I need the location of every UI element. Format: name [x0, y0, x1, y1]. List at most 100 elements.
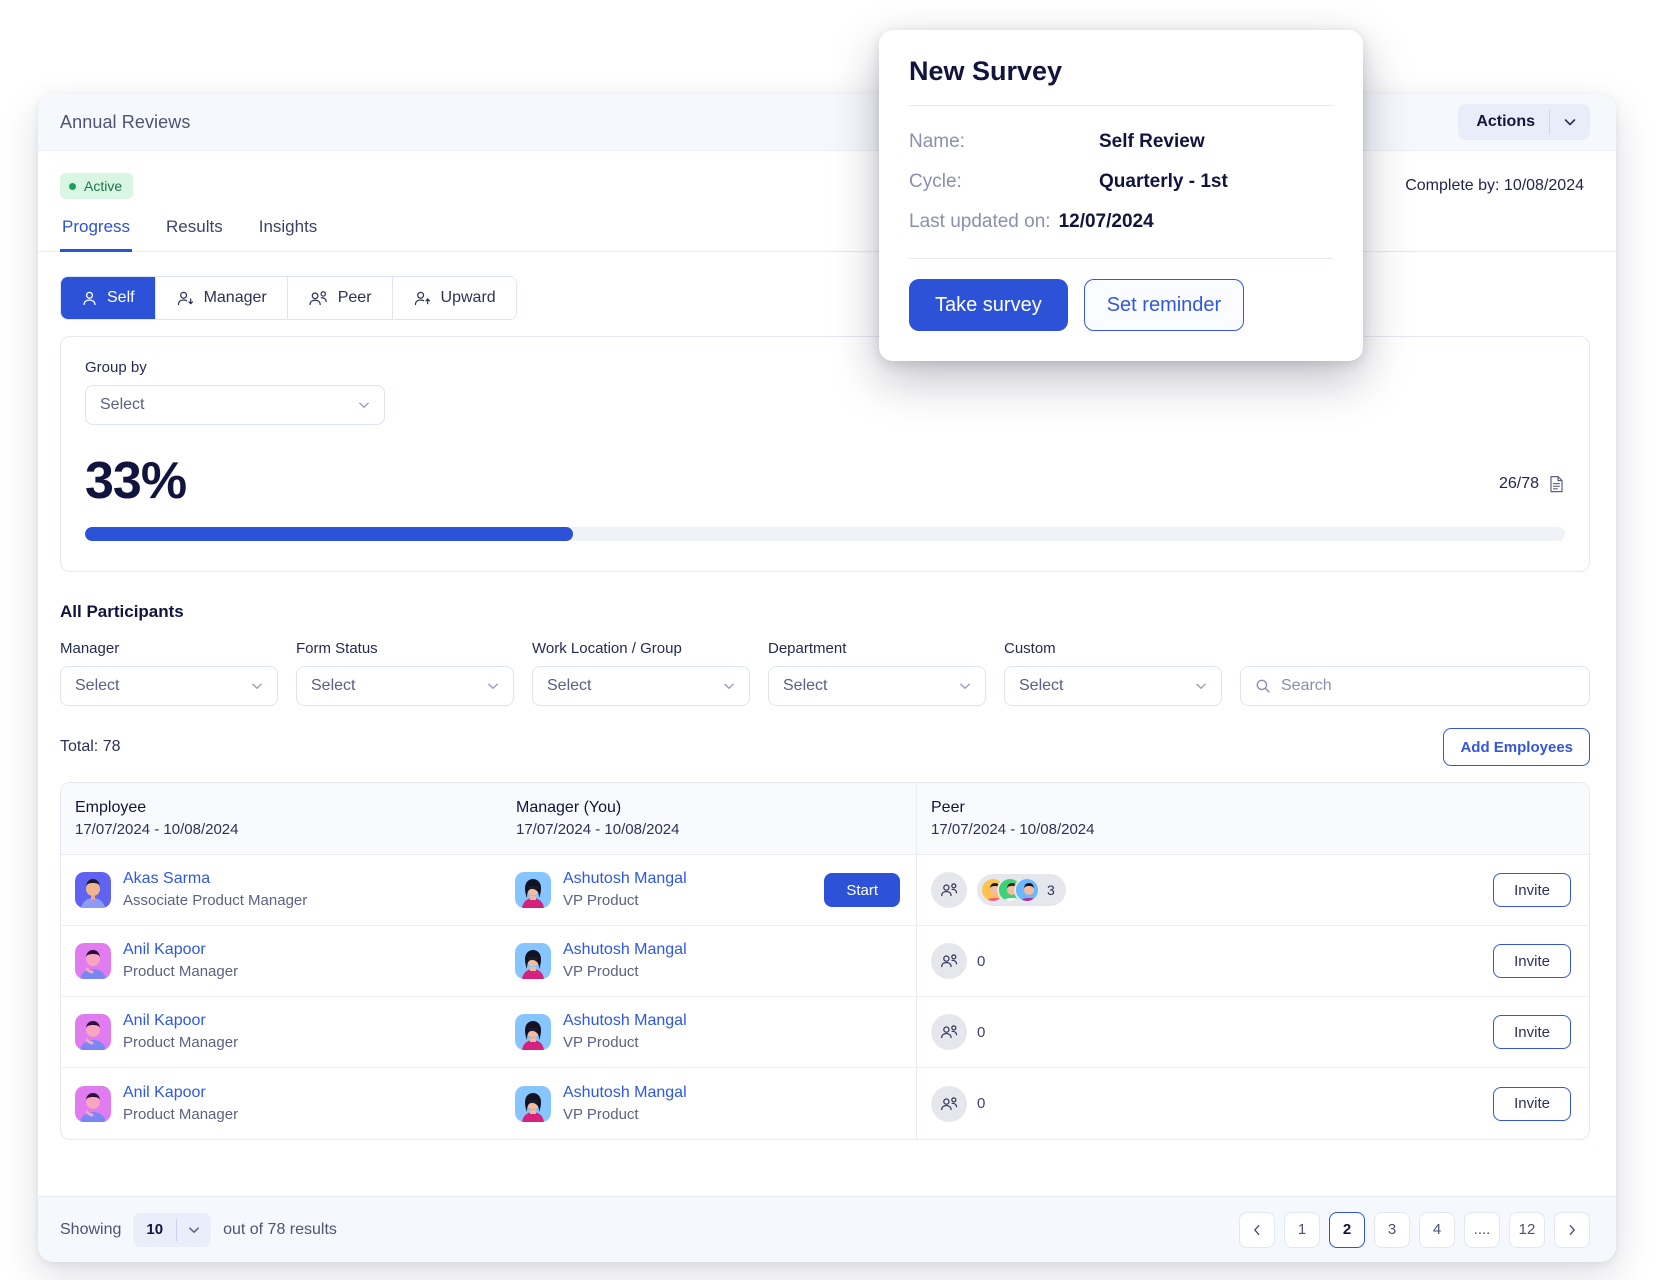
- employee-cell: Anil Kapoor Product Manager: [61, 926, 501, 996]
- filter-department: Department Select: [768, 640, 986, 706]
- peer-cell: 3 Invite: [916, 855, 1589, 925]
- popover-name-label: Name:: [909, 131, 965, 152]
- manager-role: VP Product: [563, 963, 639, 981]
- document-icon[interactable]: [1548, 475, 1565, 493]
- progress-counter: 26/78: [1499, 475, 1565, 493]
- invite-button[interactable]: Invite: [1493, 944, 1571, 978]
- filter-form-status-select[interactable]: Select: [296, 666, 514, 706]
- main-tabs: Progress Results Insights: [38, 199, 1616, 252]
- take-survey-button[interactable]: Take survey: [909, 279, 1068, 331]
- chevron-down-icon[interactable]: [177, 1222, 211, 1238]
- showing-control: Showing 10 out of 78 results: [60, 1212, 337, 1247]
- invite-button[interactable]: Invite: [1493, 1015, 1571, 1049]
- pagination-next-button[interactable]: [1554, 1211, 1590, 1248]
- filter-custom-select[interactable]: Select: [1004, 666, 1222, 706]
- page-size-select[interactable]: 10: [133, 1212, 212, 1247]
- table-header-employee-title: Employee: [75, 799, 147, 816]
- segment-manager[interactable]: Manager: [155, 277, 288, 319]
- pagination-prev-button[interactable]: [1239, 1211, 1275, 1248]
- progress-bar-track: [85, 527, 1565, 541]
- actions-button[interactable]: Actions: [1458, 104, 1590, 140]
- segment-peer[interactable]: Peer: [287, 277, 393, 319]
- add-employees-button[interactable]: Add Employees: [1443, 728, 1590, 766]
- employee-name[interactable]: Anil Kapoor: [123, 1011, 238, 1031]
- progress-counter-text: 26/78: [1498, 475, 1539, 492]
- pagination-page-4[interactable]: 4: [1419, 1211, 1455, 1248]
- table-header-manager: Manager (You) 17/07/2024 - 10/08/2024: [501, 783, 916, 854]
- search-input[interactable]: Search: [1240, 666, 1590, 706]
- chevron-down-icon[interactable]: [1550, 114, 1590, 130]
- tab-insights[interactable]: Insights: [257, 213, 320, 252]
- table-row: Anil Kapoor Product Manager Ashutosh Manga…: [61, 997, 1589, 1068]
- filter-department-select[interactable]: Select: [768, 666, 986, 706]
- total-count: Total: 78: [60, 738, 121, 755]
- search-icon: [1255, 678, 1271, 694]
- popover-last-updated-value: 12/07/2024: [1058, 211, 1154, 232]
- chevron-down-icon: [721, 678, 737, 694]
- out-of-results-label: out of 78 results: [223, 1220, 337, 1238]
- tab-results[interactable]: Results: [164, 213, 225, 252]
- invite-button[interactable]: Invite: [1493, 1086, 1571, 1121]
- popover-details: Name: Self Review Cycle: Quarterly - 1st…: [909, 106, 1333, 258]
- segment-peer-label: Peer: [337, 289, 372, 306]
- filter-form-status-label: Form Status: [296, 640, 378, 657]
- pagination-page-2[interactable]: 2: [1329, 1211, 1365, 1248]
- peer-group-icon: [931, 1085, 967, 1122]
- page-title: Annual Reviews: [60, 111, 191, 132]
- manager-name[interactable]: Ashutosh Mangal: [563, 869, 687, 889]
- pagination-page-12[interactable]: 12: [1509, 1211, 1545, 1248]
- employee-name[interactable]: Anil Kapoor: [123, 940, 238, 960]
- pagination-page-3[interactable]: 3: [1374, 1211, 1410, 1248]
- progress-percent: 33%: [85, 452, 187, 510]
- avatar: [75, 872, 111, 908]
- invite-button[interactable]: Invite: [1493, 873, 1571, 907]
- employee-person: Anil Kapoor Product Manager: [75, 1083, 238, 1125]
- status-dot-icon: [69, 182, 76, 190]
- filter-manager-select[interactable]: Select: [60, 666, 278, 706]
- employee-cell: Akas Sarma Associate Product Manager: [61, 855, 501, 925]
- group-by-select[interactable]: Select: [85, 385, 385, 425]
- peer-avatar-stack[interactable]: 3: [977, 874, 1066, 906]
- pagination-page-1[interactable]: 1: [1284, 1211, 1320, 1248]
- employee-text: Anil Kapoor Product Manager: [123, 940, 238, 982]
- manager-name[interactable]: Ashutosh Mangal: [563, 1083, 687, 1103]
- table-header-row: Employee 17/07/2024 - 10/08/2024 Manager…: [61, 783, 1589, 855]
- manager-name[interactable]: Ashutosh Mangal: [563, 1011, 687, 1031]
- employee-role: Product Manager: [123, 1034, 239, 1052]
- popover-last-updated-label: Last updated on:: [909, 211, 1051, 232]
- peer-cell: 0 Invite: [916, 1068, 1589, 1139]
- manager-name[interactable]: Ashutosh Mangal: [563, 940, 687, 960]
- start-button[interactable]: Start: [824, 873, 900, 907]
- pagination-page-....[interactable]: ....: [1464, 1211, 1500, 1248]
- status-row: Active Complete by: 10/08/2024: [38, 151, 1616, 199]
- filter-work-location-value: Select: [547, 677, 592, 694]
- peer-group-icon: [931, 943, 967, 979]
- avatar: [515, 943, 551, 979]
- peer-chip: 0: [931, 943, 985, 979]
- table-header-employee-dates: 17/07/2024 - 10/08/2024: [75, 821, 239, 838]
- manager-cell: Ashutosh Mangal VP Product: [501, 926, 916, 996]
- manager-text: Ashutosh Mangal VP Product: [563, 1083, 687, 1125]
- segment-self[interactable]: Self: [61, 277, 156, 319]
- table-header-manager-dates: 17/07/2024 - 10/08/2024: [516, 821, 680, 838]
- filter-department-value: Select: [783, 677, 828, 694]
- filter-work-location: Work Location / Group Select: [532, 640, 750, 706]
- filter-form-status-value: Select: [311, 677, 356, 694]
- employee-text: Akas Sarma Associate Product Manager: [123, 869, 307, 911]
- employee-cell: Anil Kapoor Product Manager: [61, 997, 501, 1067]
- segment-upward[interactable]: Upward: [392, 277, 516, 319]
- search-input-placeholder: Search: [1281, 677, 1332, 694]
- table-header-peer: Peer 17/07/2024 - 10/08/2024: [916, 783, 1589, 854]
- employee-name[interactable]: Akas Sarma: [123, 869, 307, 889]
- employee-name[interactable]: Anil Kapoor: [123, 1083, 238, 1103]
- review-type-segmented-control: Self Manager Peer Upward: [60, 276, 517, 320]
- chevron-down-icon: [356, 397, 372, 413]
- filter-work-location-select[interactable]: Select: [532, 666, 750, 706]
- popover-name-value: Self Review: [1099, 131, 1205, 152]
- popover-buttons: Take survey Set reminder: [909, 259, 1333, 331]
- manager-role: VP Product: [563, 1034, 639, 1052]
- tab-progress[interactable]: Progress: [60, 213, 133, 252]
- set-reminder-button[interactable]: Set reminder: [1083, 279, 1245, 331]
- screenshot-root: Annual Reviews Actions Active Complete b…: [0, 0, 1673, 1280]
- peer-count: 3: [1047, 882, 1055, 898]
